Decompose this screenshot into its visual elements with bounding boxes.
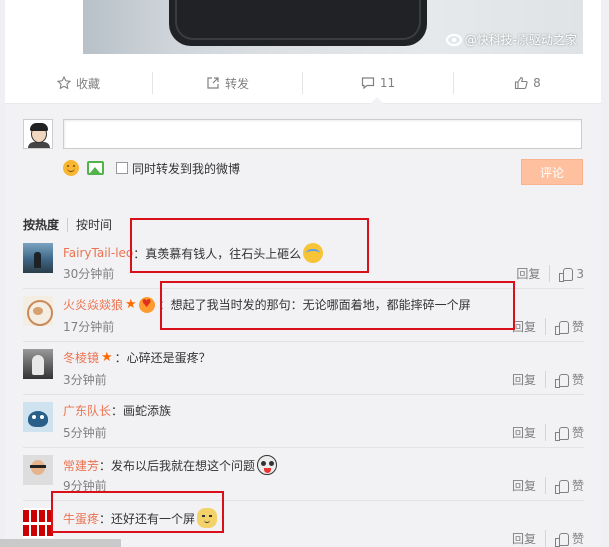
like-label: 赞 xyxy=(571,532,584,546)
reply-button[interactable]: 回复 xyxy=(512,371,546,388)
like-label: 赞 xyxy=(571,479,584,493)
avatar[interactable] xyxy=(23,508,53,538)
reply-button[interactable]: 回复 xyxy=(512,477,546,494)
thumbs-up-icon xyxy=(554,532,569,547)
comment-text: ：发布以后我就在想这个问题 xyxy=(99,458,256,473)
share-icon xyxy=(207,77,219,89)
like-label: 赞 xyxy=(571,426,584,440)
comment-item: 冬棱镜 ★ ：心碎还是蛋疼？ 3分钟前 回复 赞 xyxy=(23,342,584,395)
favorite-button[interactable]: 收藏 xyxy=(5,62,152,104)
repost-checkbox-label[interactable]: 同时转发到我的微博 xyxy=(132,160,240,177)
comment-like-button[interactable]: 3 xyxy=(559,266,584,282)
sort-by-hot[interactable]: 按热度 xyxy=(23,216,67,233)
comment-like-button[interactable]: 赞 xyxy=(554,477,584,494)
submit-comment-button[interactable]: 评论 xyxy=(521,159,583,185)
composer-tools: 同时转发到我的微博 xyxy=(63,158,240,178)
emoji-icon[interactable] xyxy=(63,160,79,176)
avatar[interactable] xyxy=(23,296,53,326)
avatar[interactable] xyxy=(23,455,53,485)
repost-label: 转发 xyxy=(224,76,249,91)
comment-text: ：画蛇添族 xyxy=(111,404,172,418)
star-icon xyxy=(56,76,71,90)
comment-item: 火炎焱燚狼 ★ ：想起了我当时发的那句：无论哪面着地，都能摔碎一个屏 17分钟前… xyxy=(23,289,584,342)
action-bar: 收藏 转发 11 8 xyxy=(5,62,601,104)
reply-button[interactable]: 回复 xyxy=(512,530,546,547)
comment-time[interactable]: 3分钟前 xyxy=(63,371,107,388)
reply-button[interactable]: 回复 xyxy=(516,265,551,282)
avatar[interactable] xyxy=(23,243,53,273)
comment-text: ：还好还有一个屏 xyxy=(99,511,196,526)
vip-star-icon[interactable]: ★ xyxy=(125,297,137,312)
comment-like-button[interactable]: 赞 xyxy=(554,530,584,547)
favorite-label: 收藏 xyxy=(75,76,100,91)
thumbs-up-icon xyxy=(554,479,569,494)
comment-time[interactable]: 5分钟前 xyxy=(63,424,107,441)
commenter-name[interactable]: 广东队长 xyxy=(63,402,111,419)
thumbs-up-icon xyxy=(554,426,569,441)
post-image[interactable]: @快科技-原驱动之家 xyxy=(83,0,583,54)
comment-time[interactable]: 17分钟前 xyxy=(63,318,114,335)
sort-by-time[interactable]: 按时间 xyxy=(76,216,120,233)
avatar[interactable] xyxy=(23,349,53,379)
thumbs-up-icon xyxy=(554,320,569,335)
image-watermark: @快科技-原驱动之家 xyxy=(445,31,577,48)
comment-time[interactable]: 30分钟前 xyxy=(63,265,114,282)
like-icon xyxy=(515,76,528,90)
comment-count: 11 xyxy=(379,76,396,90)
thumbs-up-icon xyxy=(559,267,574,282)
like-label: 赞 xyxy=(571,373,584,387)
reply-button[interactable]: 回复 xyxy=(512,424,546,441)
commenter-name[interactable]: 火炎焱燚狼 xyxy=(63,296,123,313)
comment-text: ：想起了我当时发的那句：无论哪面着地，都能摔碎一个屏 xyxy=(158,298,471,312)
comment-like-button[interactable]: 赞 xyxy=(554,371,584,388)
my-avatar[interactable] xyxy=(23,119,53,149)
crying-laugh-emoji-icon xyxy=(303,243,324,263)
comment-item: FairyTail-leo ：真羡慕有钱人，往石头上砸么 30分钟前 回复 3 xyxy=(23,236,584,289)
comment-list: FairyTail-leo ：真羡慕有钱人，往石头上砸么 30分钟前 回复 3 … xyxy=(23,236,584,547)
repost-checkbox[interactable] xyxy=(116,162,128,174)
watermark-text: @快科技-原驱动之家 xyxy=(464,33,577,47)
weibo-card: @快科技-原驱动之家 收藏 转发 11 8 同时转发到我的微博 评论 按热度 按… xyxy=(5,0,601,547)
avatar[interactable] xyxy=(23,402,53,432)
commenter-name[interactable]: 牛蛋疼 xyxy=(63,510,99,527)
commenter-name[interactable]: 冬棱镜 xyxy=(63,349,99,366)
member-badge-icon[interactable] xyxy=(138,296,155,313)
like-button[interactable]: 8 xyxy=(454,62,601,104)
repost-button[interactable]: 转发 xyxy=(153,62,302,104)
sort-tabs: 按热度 按时间 xyxy=(23,216,120,233)
doge-emoji-icon xyxy=(197,508,218,528)
divider xyxy=(67,217,69,232)
comment-text: ：真羡慕有钱人，往石头上砸么 xyxy=(133,246,302,261)
comment-item: 常建芳 ：发布以后我就在想这个问题 9分钟前 回复 赞 xyxy=(23,448,584,501)
comment-like-button[interactable]: 赞 xyxy=(554,424,584,441)
comment-like-button[interactable]: 赞 xyxy=(554,318,584,335)
comment-icon xyxy=(361,77,374,90)
comment-input[interactable] xyxy=(63,119,582,149)
comment-panel: 同时转发到我的微博 评论 按热度 按时间 FairyTail-leo ：真羡慕有… xyxy=(5,104,601,547)
weibo-logo-icon xyxy=(445,33,462,46)
image-icon[interactable] xyxy=(87,161,104,175)
like-label: 赞 xyxy=(571,320,584,334)
comment-text: ：心碎还是蛋疼？ xyxy=(114,351,211,365)
crazy-face-emoji-icon xyxy=(257,455,278,475)
commenter-name[interactable]: 常建芳 xyxy=(63,457,99,474)
comment-time[interactable]: 9分钟前 xyxy=(63,477,107,494)
commenter-name[interactable]: FairyTail-leo xyxy=(63,246,133,260)
like-count: 3 xyxy=(576,266,584,281)
comment-item: 广东队长 ：画蛇添族 5分钟前 回复 赞 xyxy=(23,395,584,448)
vip-star-icon[interactable]: ★ xyxy=(101,350,113,365)
horizontal-scrollbar[interactable] xyxy=(0,539,121,547)
like-count: 8 xyxy=(533,76,541,90)
reply-button[interactable]: 回复 xyxy=(512,318,546,335)
thumbs-up-icon xyxy=(554,373,569,388)
